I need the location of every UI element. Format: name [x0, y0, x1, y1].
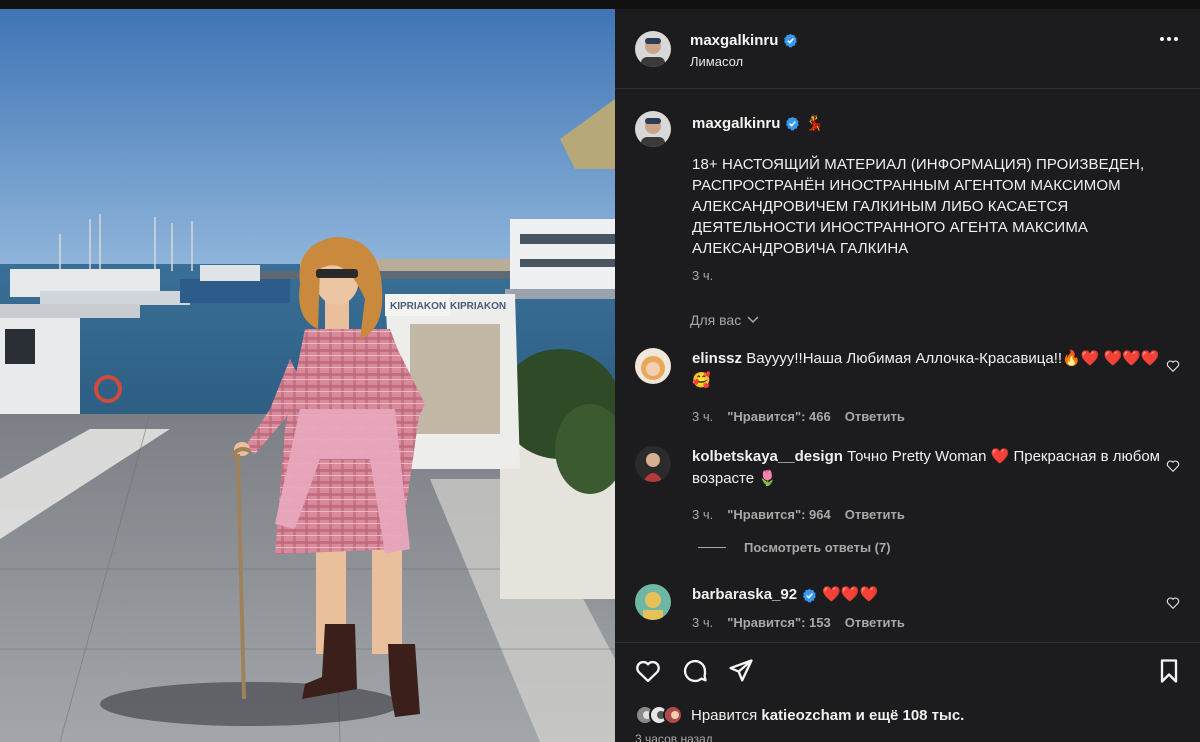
post-photo[interactable]: KIPRIAKON KIPRIAKON: [0, 9, 615, 742]
comment-text: Вауууу!!Наша Любимая Аллочка-Красавица!!…: [692, 350, 1160, 389]
comment-meta: 3 ч. "Нравится": 153 Ответить: [692, 615, 905, 630]
comment-avatar[interactable]: [635, 584, 671, 620]
verified-icon: [784, 33, 798, 48]
comment-reply-button[interactable]: Ответить: [845, 507, 905, 522]
verified-icon: [786, 116, 800, 130]
sign-left-text: KIPRIAKON: [390, 301, 446, 312]
likes-user[interactable]: katieozcham: [761, 707, 851, 724]
comment-meta: 3 ч. "Нравится": 964 Ответить: [692, 507, 905, 522]
top-strip: [0, 0, 1200, 9]
heart-icon[interactable]: [634, 657, 662, 685]
comment-body: elinssz Вауууу!!Наша Любимая Аллочка-Кра…: [692, 348, 1162, 392]
comment-time: 3 ч.: [692, 507, 714, 522]
comment-username[interactable]: elinssz: [692, 350, 742, 367]
chevron-down-icon: [747, 316, 759, 324]
replies-divider-line: [698, 547, 726, 548]
comment-username[interactable]: barbaraska_92: [692, 584, 797, 606]
more-icon[interactable]: [1160, 37, 1178, 41]
post-actions-bar: Нравится katieozcham и ещё 108 тыс. 3 ча…: [615, 642, 1200, 742]
comment-reply-button[interactable]: Ответить: [845, 409, 905, 424]
comment-likes[interactable]: "Нравится": 153: [727, 615, 831, 630]
author-username-row[interactable]: maxgalkinru: [690, 32, 798, 49]
caption-time[interactable]: 3 ч.: [692, 268, 713, 283]
author-avatar[interactable]: [635, 31, 671, 67]
caption-author-avatar[interactable]: [635, 111, 671, 147]
comment-likes[interactable]: "Нравится": 964: [727, 507, 831, 522]
caption-text: 18+ НАСТОЯЩИЙ МАТЕРИАЛ (ИНФОРМАЦИЯ) ПРОИ…: [692, 156, 1145, 257]
comment-avatar[interactable]: [635, 446, 671, 482]
comment-text: ❤️❤️❤️: [822, 586, 879, 603]
comments-sort-label: Для вас: [690, 312, 742, 328]
comment-heart-icon[interactable]: [1166, 359, 1180, 373]
likes-prefix: Нравится: [691, 706, 758, 724]
comment-body: kolbetskaya__design Точно Pretty Woman ❤…: [692, 446, 1162, 490]
post-location[interactable]: Лимасол: [690, 54, 743, 69]
liker-avatar: [663, 705, 683, 725]
caption-emoji: 💃: [805, 115, 825, 132]
comment-avatar[interactable]: [635, 348, 671, 384]
photo-illustration: KIPRIAKON KIPRIAKON: [0, 9, 615, 742]
caption-username[interactable]: maxgalkinru: [692, 115, 780, 132]
comment-item: elinssz Вауууу!!Наша Любимая Аллочка-Кра…: [635, 348, 1180, 428]
comment-item: kolbetskaya__design Точно Pretty Woman ❤…: [635, 446, 1180, 526]
post-header: maxgalkinru Лимасол: [615, 9, 1200, 89]
comments-sort-dropdown[interactable]: Для вас: [690, 312, 759, 328]
post-time-ago: 3 часов назад: [635, 732, 713, 742]
comment-meta: 3 ч. "Нравится": 466 Ответить: [692, 409, 905, 424]
share-icon[interactable]: [727, 657, 755, 685]
comment-likes[interactable]: "Нравится": 466: [727, 409, 831, 424]
post-details-panel: maxgalkinru Лимасол maxgalkinru 💃 18+ НА…: [615, 9, 1200, 742]
comment-time: 3 ч.: [692, 409, 714, 424]
comment-heart-icon[interactable]: [1166, 459, 1180, 473]
verified-icon: [803, 588, 816, 602]
author-username[interactable]: maxgalkinru: [690, 32, 778, 49]
sign-right-text: KIPRIAKON: [450, 301, 506, 312]
bookmark-icon[interactable]: [1155, 657, 1183, 685]
comment-username[interactable]: kolbetskaya__design: [692, 448, 843, 465]
comment-heart-icon[interactable]: [1166, 596, 1180, 610]
comment-item: barbaraska_92 ❤️❤️❤️ 3 ч. "Нравится": 15…: [635, 584, 1180, 636]
comment-time: 3 ч.: [692, 615, 714, 630]
comment-reply-button[interactable]: Ответить: [845, 615, 905, 630]
likes-text: Нравится katieozcham и ещё 108 тыс.: [691, 707, 964, 724]
comment-body: barbaraska_92 ❤️❤️❤️: [692, 584, 1162, 606]
view-replies-button[interactable]: Посмотреть ответы (7): [698, 540, 891, 555]
comment-icon[interactable]: [681, 657, 709, 685]
likes-summary[interactable]: Нравится katieozcham и ещё 108 тыс.: [635, 705, 964, 725]
view-replies-label: Посмотреть ответы (7): [744, 540, 891, 555]
caption-username-row: maxgalkinru 💃: [692, 114, 825, 133]
likes-suffix[interactable]: и ещё 108 тыс.: [856, 707, 965, 724]
